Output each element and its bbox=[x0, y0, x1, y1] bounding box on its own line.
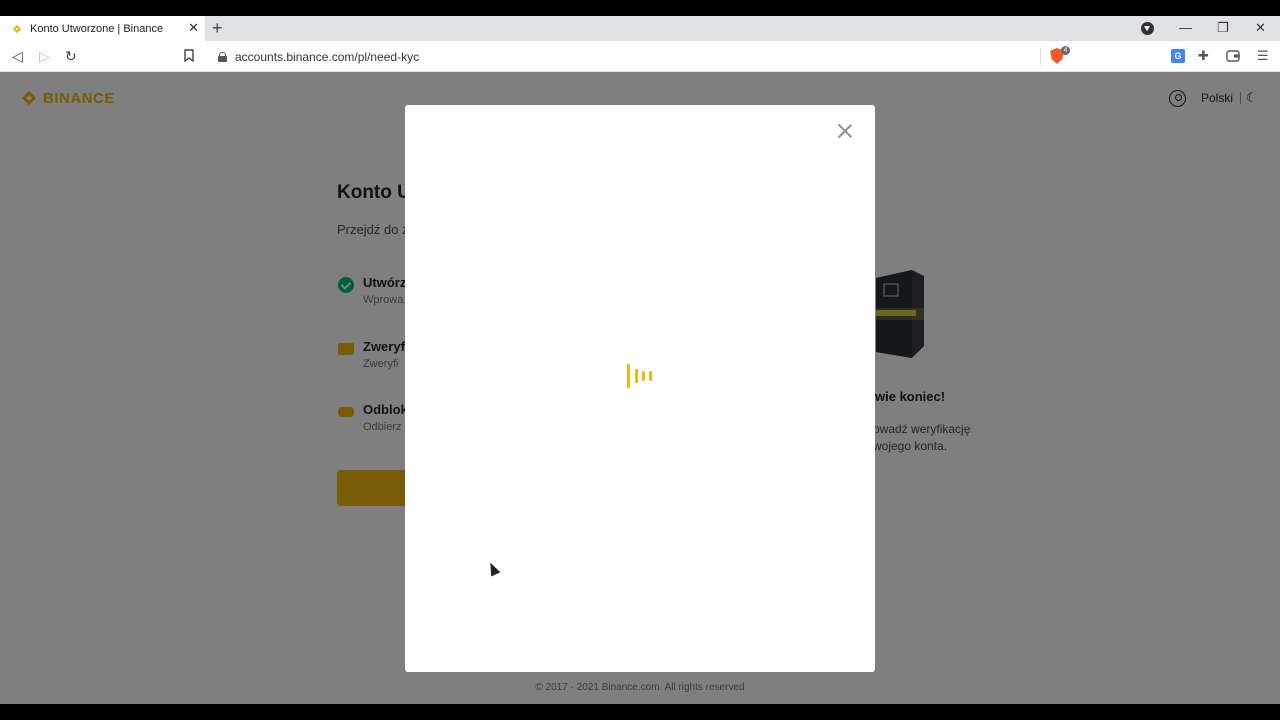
url-text: accounts.binance.com/pl/need-kyc bbox=[235, 49, 420, 64]
new-tab-icon[interactable]: + bbox=[212, 19, 223, 37]
wallet-icon[interactable] bbox=[1226, 50, 1240, 62]
window-close-icon[interactable]: ✕ bbox=[1255, 20, 1266, 36]
bookmark-icon[interactable] bbox=[184, 49, 194, 62]
minimize-icon[interactable]: — bbox=[1179, 20, 1192, 35]
loading-bars-icon bbox=[627, 364, 655, 388]
web-page: BINANCE Polski ☾ Konto U Przejdź do z Ut… bbox=[0, 72, 1280, 704]
loader-bar bbox=[642, 371, 645, 381]
reload-icon[interactable]: ↻ bbox=[65, 48, 77, 64]
forward-icon[interactable]: ▷ bbox=[39, 48, 50, 64]
address-bar[interactable]: accounts.binance.com/pl/need-kyc 4 bbox=[208, 45, 1074, 68]
translate-icon[interactable]: G bbox=[1171, 49, 1185, 63]
extensions-puzzle-icon[interactable]: ✚ bbox=[1198, 49, 1209, 63]
restore-icon[interactable]: ❐ bbox=[1217, 20, 1229, 36]
loader-bar bbox=[627, 364, 630, 388]
bottom-letterbox bbox=[0, 704, 1280, 720]
binance-favicon-icon bbox=[12, 24, 22, 33]
tab-title: Konto Utworzone | Binance bbox=[30, 22, 164, 35]
back-icon[interactable]: ◁ bbox=[12, 48, 23, 64]
top-letterbox bbox=[0, 0, 1280, 16]
tab-active[interactable]: Konto Utworzone | Binance ✕ bbox=[0, 16, 205, 41]
address-divider bbox=[1040, 48, 1041, 65]
loader-bar bbox=[649, 371, 652, 381]
tab-search-icon[interactable] bbox=[1141, 22, 1154, 35]
kyc-modal bbox=[405, 105, 875, 672]
browser-toolbar: ◁ ▷ ↻ accounts.binance.com/pl/need-kyc 4… bbox=[0, 41, 1280, 72]
browser-window: Konto Utworzone | Binance ✕ + — ❐ ✕ ◁ ▷ … bbox=[0, 0, 1280, 720]
menu-icon[interactable]: ☰ bbox=[1257, 49, 1269, 63]
close-icon[interactable] bbox=[837, 123, 853, 139]
tab-close-icon[interactable]: ✕ bbox=[188, 21, 199, 35]
shield-count-badge: 4 bbox=[1061, 46, 1070, 55]
loader-bar bbox=[635, 369, 638, 383]
lock-icon[interactable] bbox=[218, 51, 227, 62]
tab-strip: Konto Utworzone | Binance ✕ + — ❐ ✕ bbox=[0, 16, 1280, 41]
